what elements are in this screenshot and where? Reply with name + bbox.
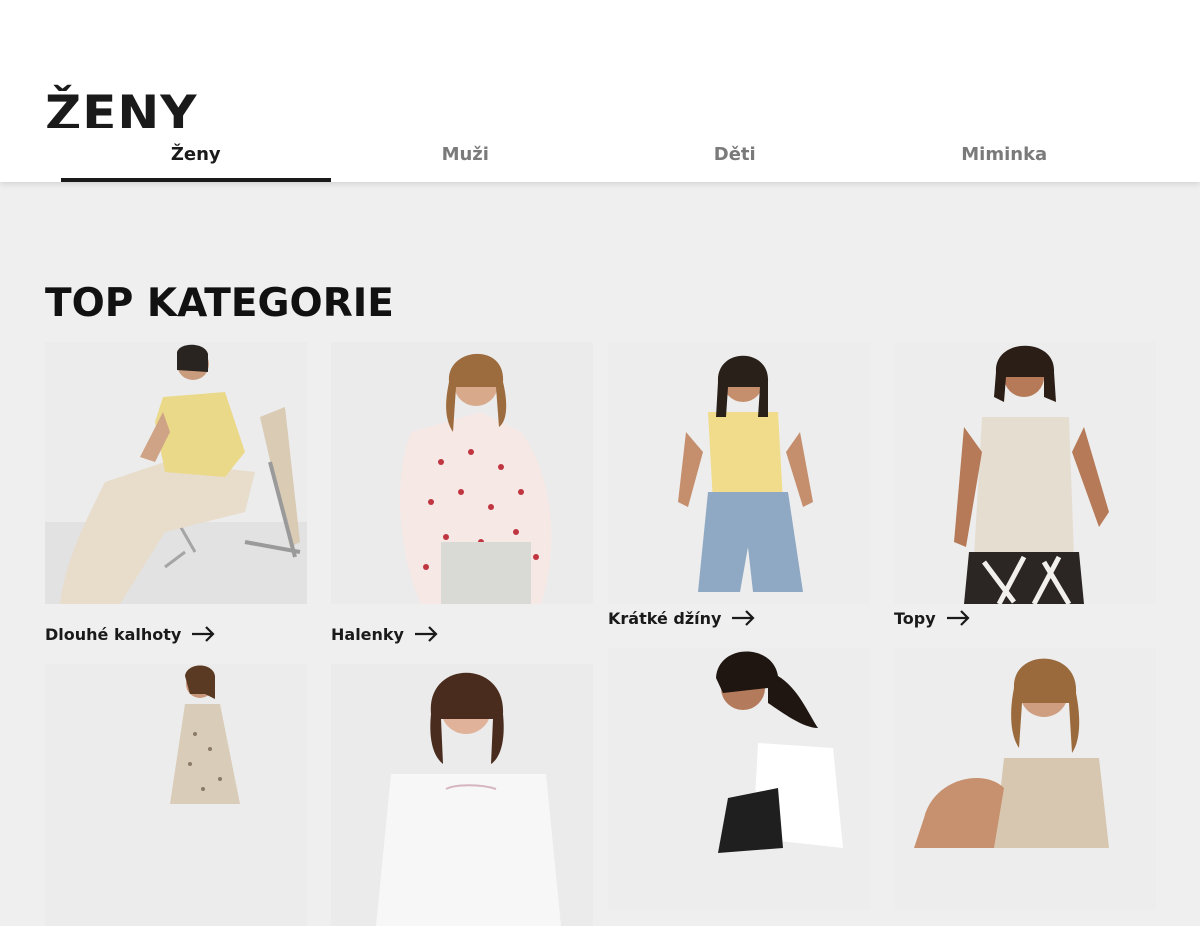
model-photo [45,342,307,604]
model-photo [331,664,593,926]
category-image[interactable] [45,664,307,926]
model-photo [894,342,1156,604]
tab-muzi[interactable]: Muži [331,136,601,182]
category-card-kratke-dziny[interactable]: Krátké džíny [608,342,870,630]
model-photo [608,342,870,604]
model-photo [45,664,307,926]
section-title: TOP KATEGORIE [45,281,394,326]
category-card-halenky[interactable]: Halenky [331,342,593,646]
arrow-right-icon [946,610,970,626]
category-card-dlouhe-kalhoty[interactable]: Dlouhé kalhoty [45,342,307,646]
category-label: Krátké džíny [608,608,722,628]
category-image-topy[interactable] [894,342,1156,604]
category-link-topy[interactable]: Topy [894,606,1156,630]
category-label: Halenky [331,624,404,644]
category-image-kratke-dziny[interactable] [608,342,870,604]
category-label: Dlouhé kalhoty [45,624,182,644]
tab-label: Miminka [961,144,1048,165]
model-photo [331,342,593,604]
category-label: Topy [894,608,936,628]
category-image-halenky[interactable] [331,342,593,604]
arrow-right-icon [732,610,755,626]
category-card[interactable] [608,648,870,910]
tab-deti[interactable]: Děti [600,136,870,182]
category-card[interactable] [331,664,593,926]
tab-label: Muži [441,144,489,165]
tab-zeny[interactable]: Ženy [61,136,331,182]
arrow-right-icon [414,626,438,642]
page-title: ŽENY [45,85,198,128]
category-link-halenky[interactable]: Halenky [331,622,593,646]
category-card-topy[interactable]: Topy [894,342,1156,630]
model-photo [894,648,1156,910]
category-image[interactable] [331,664,593,926]
category-card[interactable] [45,664,307,926]
category-link-dlouhe-kalhoty[interactable]: Dlouhé kalhoty [45,622,307,646]
category-link-kratke-dziny[interactable]: Krátké džíny [608,606,870,630]
tab-label: Děti [713,144,756,165]
category-image[interactable] [608,648,870,910]
category-card[interactable] [894,648,1156,910]
arrow-right-icon [192,626,215,642]
top-bar: ŽENY Ženy Muži Děti Miminka [0,0,1200,182]
model-photo [608,648,870,910]
category-image[interactable] [894,648,1156,910]
category-image-dlouhe-kalhoty[interactable] [45,342,307,604]
category-tabs: Ženy Muži Děti Miminka [61,136,1139,182]
tab-miminka[interactable]: Miminka [870,136,1140,182]
tab-label: Ženy [170,144,221,165]
